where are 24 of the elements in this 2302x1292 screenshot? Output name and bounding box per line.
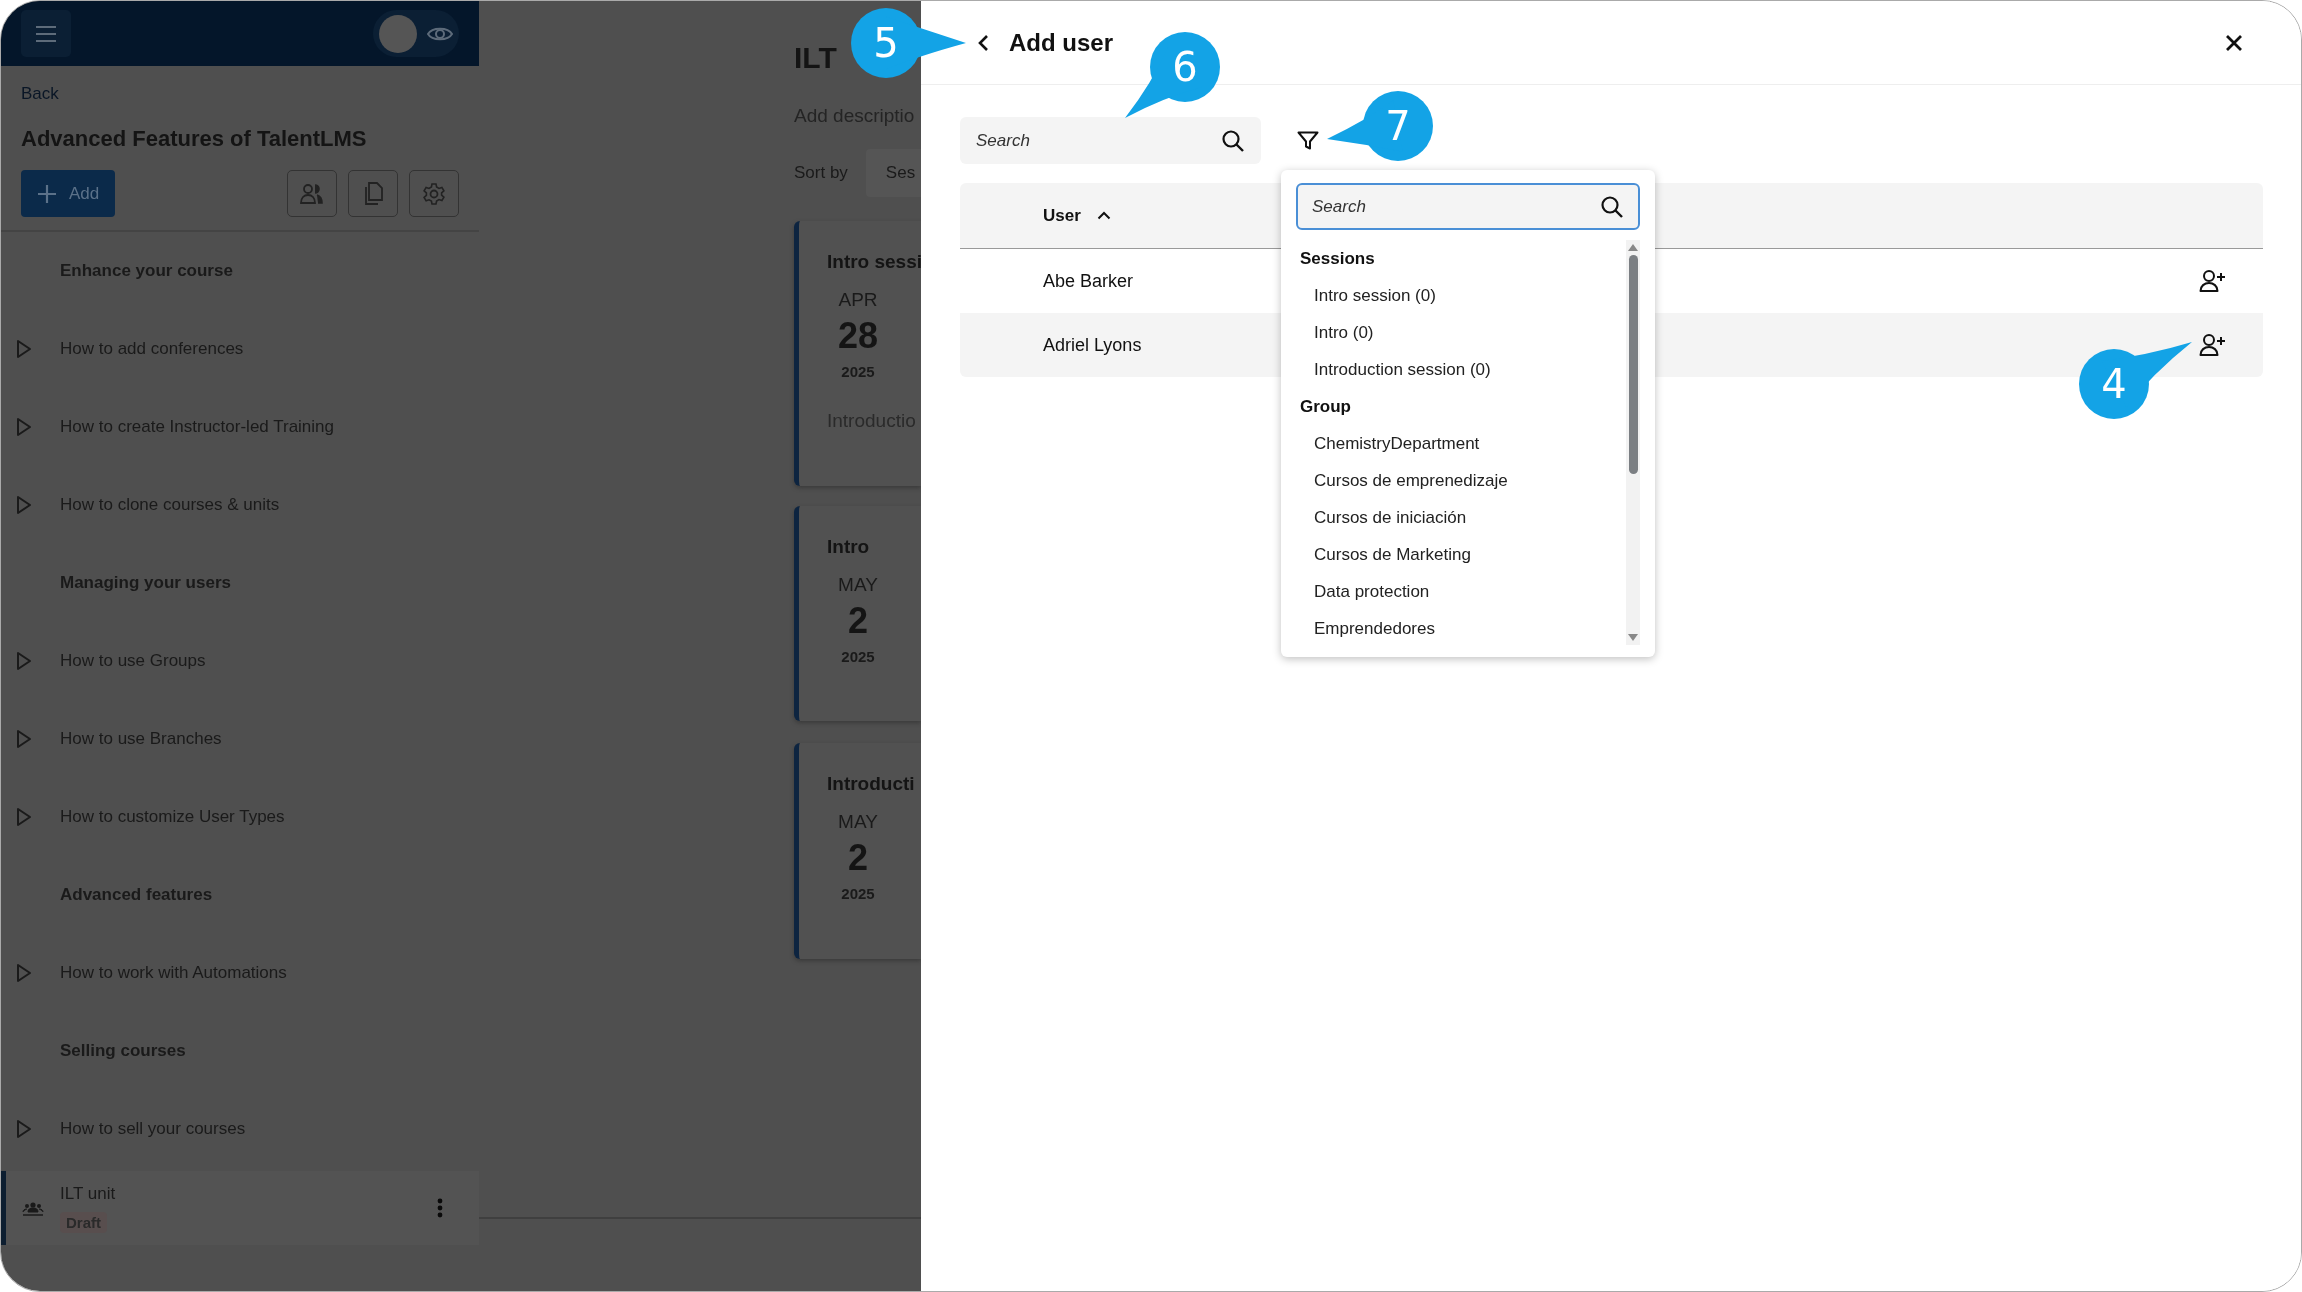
unit-title: ILT unit: [60, 1183, 116, 1204]
session-day: 28: [827, 315, 889, 357]
session-year: 2025: [840, 363, 876, 380]
session-title: Intro: [827, 536, 871, 558]
dialog-title: Add user: [1009, 28, 1114, 57]
session-month: MAY: [837, 574, 879, 596]
callout-tooltip: 7: [1327, 91, 1433, 161]
session-month: MAY: [837, 811, 879, 833]
user-name: Abe Barker: [1043, 270, 1135, 292]
filter-group-heading: Group: [1299, 396, 1352, 418]
callout-tooltip: 4: [2079, 342, 2192, 419]
callout-tooltip: 6: [1125, 32, 1220, 118]
session-day: 2: [827, 600, 889, 642]
unit-heading: ILT: [794, 41, 837, 75]
session-month: APR: [837, 289, 879, 311]
callout-tooltip: 5: [851, 8, 966, 78]
course-title: Advanced Features of TalentLMS: [21, 126, 368, 152]
user-name: Adriel Lyons: [1043, 334, 1143, 356]
session-day: 2: [827, 837, 889, 879]
session-title: Intro sessi: [827, 251, 921, 273]
session-year: 2025: [840, 885, 876, 902]
filter-group-heading: Sessions: [1299, 248, 1376, 270]
session-year: 2025: [840, 648, 876, 665]
session-title: Introducti: [827, 773, 916, 795]
